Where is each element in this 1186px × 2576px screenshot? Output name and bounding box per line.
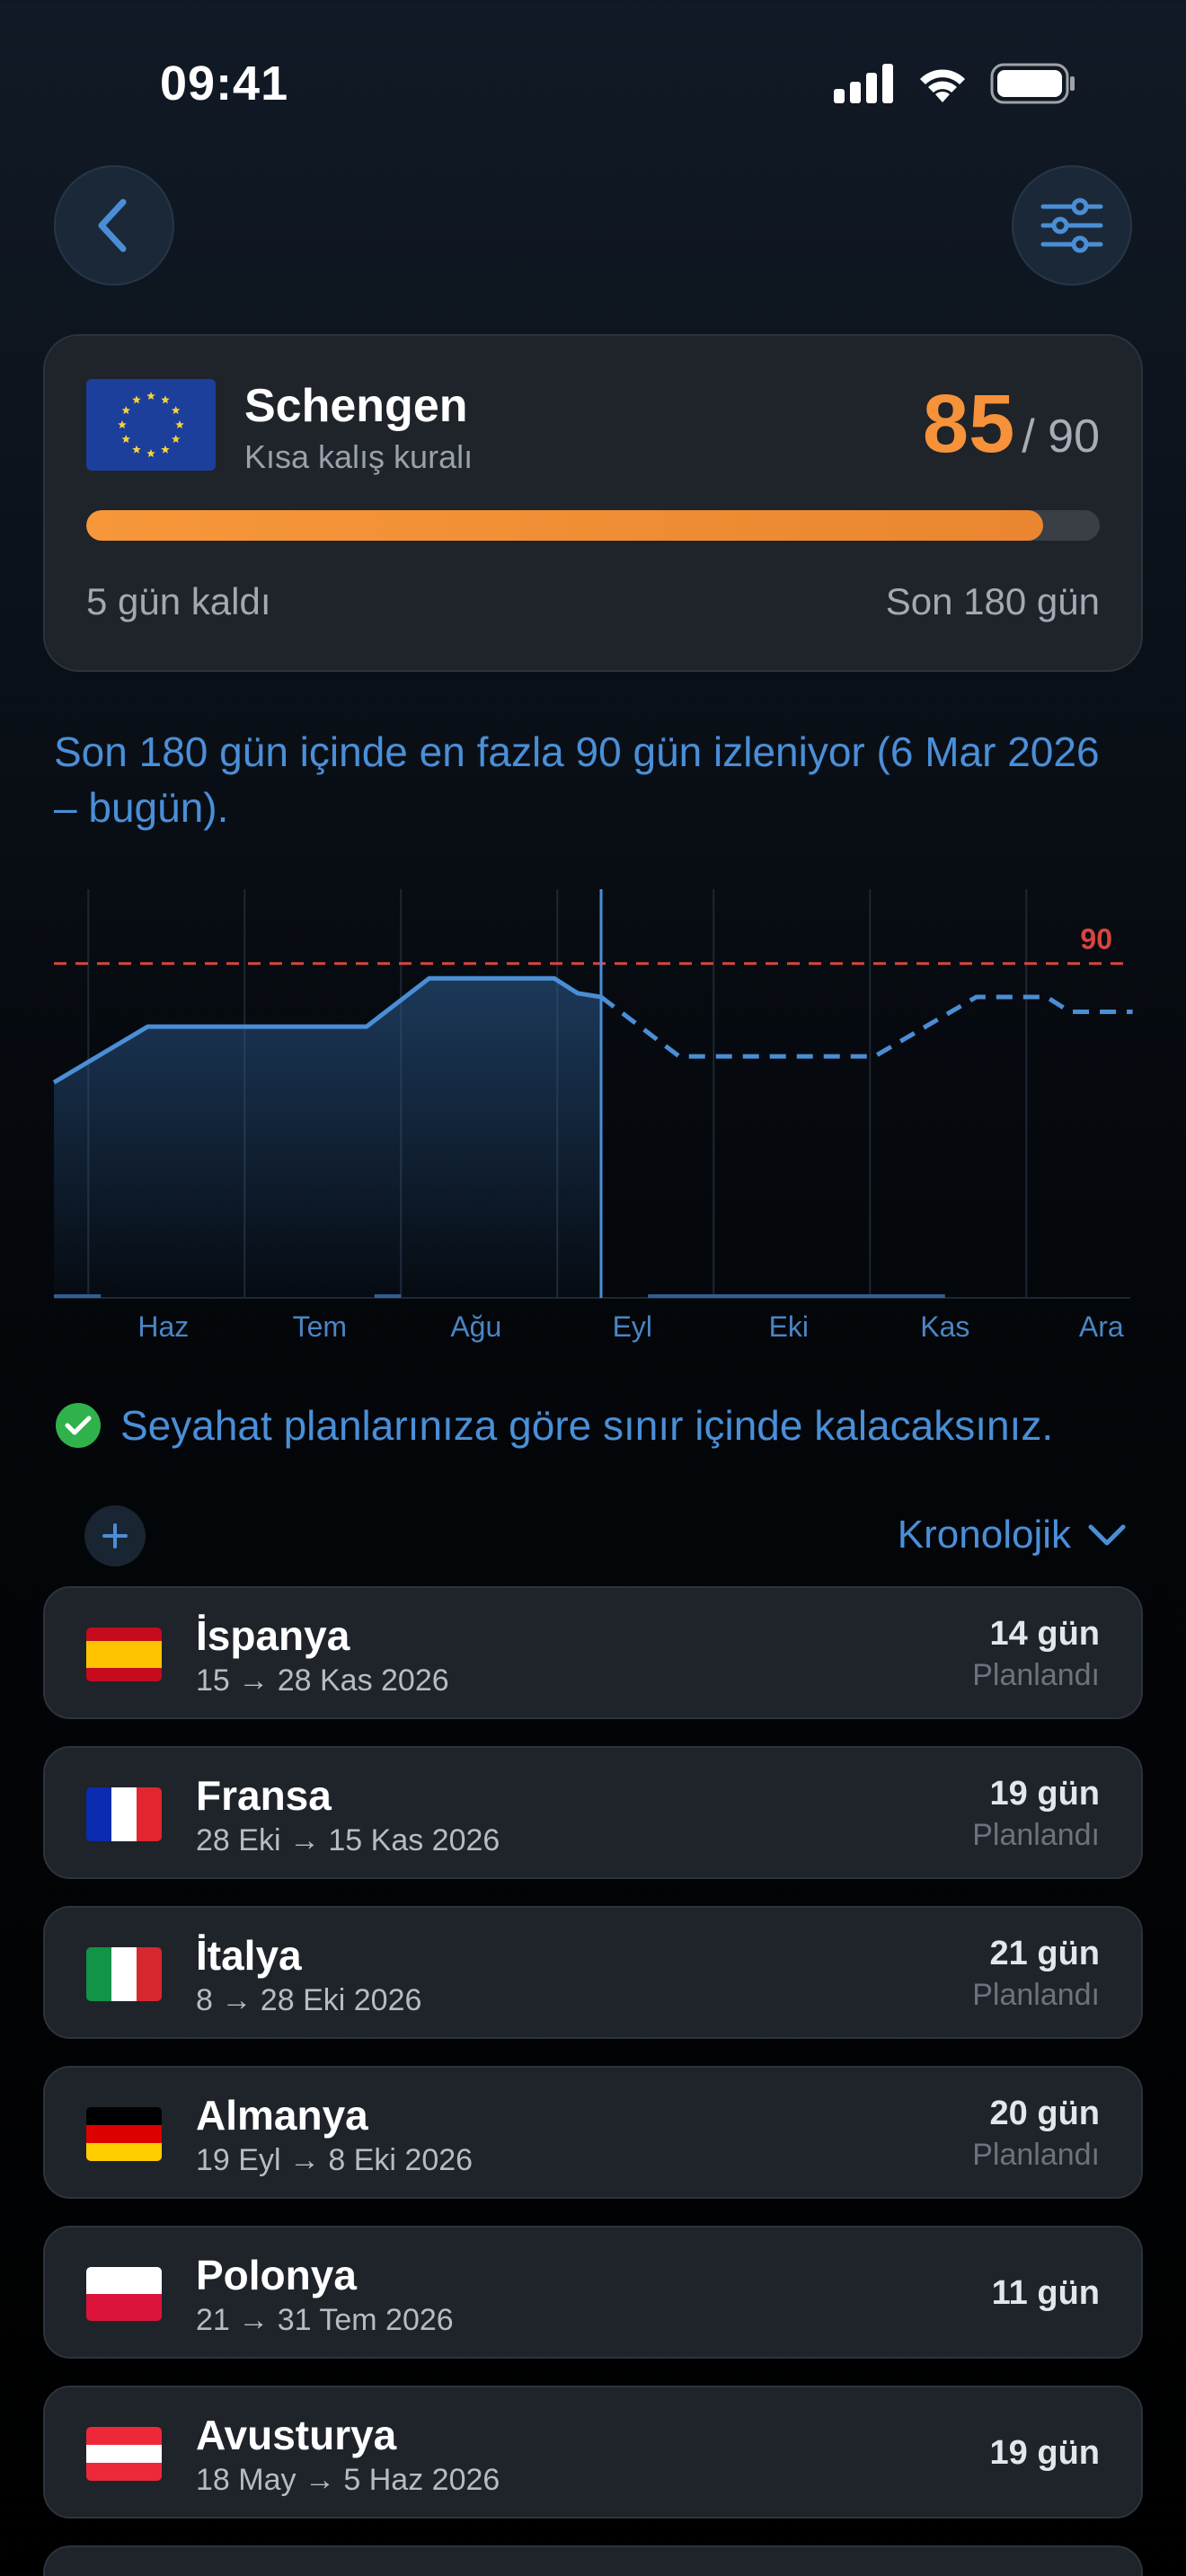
days-progress-bar	[86, 510, 1100, 541]
italy-flag-icon	[86, 1947, 162, 2001]
trip-country: İtalya	[196, 1932, 302, 1979]
trip-country: Fransa	[196, 1772, 332, 1819]
trip-days: 19 gün	[989, 1775, 1100, 1813]
month-tick-label: Eyl	[613, 1310, 652, 1343]
trip-status: Planlandı	[972, 1818, 1100, 1852]
forecast-text: Seyahat planlarınıza göre sınır içinde k…	[120, 1402, 1054, 1449]
trip-days: 11 gün	[991, 2274, 1100, 2312]
eu-star	[146, 392, 155, 401]
trip-row[interactable]	[43, 2545, 1143, 2576]
days-used: 85	[922, 378, 1015, 470]
back-button[interactable]	[54, 165, 174, 286]
trip-row[interactable]: Almanya 19 Eyl → 8 Eki 2026 20 gün Planland…	[43, 2066, 1143, 2199]
days-remaining: 5 gün kaldı	[86, 580, 271, 622]
eu-star	[161, 445, 170, 454]
days-limit: / 90	[1022, 410, 1100, 463]
sort-label: Kronolojik	[897, 1513, 1071, 1557]
trip-country: İspanya	[196, 1612, 350, 1659]
trip-list: İspanya 15 → 28 Kas 2026 14 gün Planlandı Fr…	[43, 1586, 1143, 2576]
month-tick-label: Tem	[293, 1310, 347, 1343]
days-used-counter: 85 / 90	[923, 377, 1100, 472]
limit-label: 90	[1080, 923, 1112, 956]
add-trip-button[interactable]	[84, 1505, 146, 1566]
eu-star	[121, 435, 131, 444]
sliders-icon	[1040, 198, 1103, 253]
trip-country: Polonya	[196, 2252, 357, 2298]
trip-row[interactable]: İspanya 15 → 28 Kas 2026 14 gün Planlandı	[43, 1586, 1143, 1719]
zone-subtitle: Kısa kalış kuralı	[244, 438, 474, 475]
trip-row[interactable]: Fransa 28 Eki → 15 Kas 2026 19 gün Planland…	[43, 1746, 1143, 1879]
cellular-signal-icon	[834, 64, 893, 103]
eu-star	[121, 406, 131, 415]
trip-dates: 18 May → 5 Haz 2026	[196, 2463, 500, 2497]
trip-country: Avusturya	[196, 2412, 397, 2458]
trip-days: 19 gün	[989, 2434, 1100, 2472]
forecast-status: Seyahat planlarınıza göre sınır içinde k…	[56, 1401, 1053, 1450]
trip-dates: 21 → 31 Tem 2026	[196, 2303, 454, 2337]
month-tick-label: Kas	[920, 1310, 969, 1343]
eu-star	[171, 406, 181, 415]
eu-flag-icon	[86, 379, 216, 471]
schengen-summary-card[interactable]: Schengen Kısa kalış kuralı 85 / 90 5 gün…	[43, 334, 1143, 672]
trip-days: 14 gün	[989, 1615, 1100, 1653]
chevron-left-icon	[98, 198, 127, 252]
status-icons	[834, 63, 1076, 104]
austria-flag-icon	[86, 2427, 162, 2481]
trip-dates: 28 Eki → 15 Kas 2026	[196, 1823, 500, 1857]
trip-status: Planlandı	[972, 1978, 1100, 2012]
poland-flag-icon	[86, 2267, 162, 2321]
trip-status: Planlandı	[972, 2138, 1100, 2172]
trip-status: Planlandı	[972, 1658, 1100, 1692]
eu-star	[161, 395, 170, 404]
filter-button[interactable]	[1012, 165, 1132, 286]
eu-star	[171, 435, 181, 444]
wifi-icon	[920, 69, 965, 102]
trip-country: Almanya	[196, 2092, 368, 2139]
trip-row[interactable]: İtalya 8 → 28 Eki 2026 21 gün Planlandı	[43, 1906, 1143, 2039]
eu-star	[118, 420, 127, 429]
forecast-line	[599, 994, 1133, 1059]
spain-flag-icon	[86, 1628, 162, 1681]
trip-dates: 8 → 28 Eki 2026	[196, 1983, 422, 2017]
france-flag-icon	[86, 1787, 162, 1841]
rolling-window: Son 180 gün	[885, 580, 1100, 622]
month-tick-label: Ağu	[450, 1310, 501, 1343]
eu-star	[132, 445, 141, 454]
eu-star	[175, 420, 184, 429]
trip-days: 21 gün	[989, 1935, 1100, 1972]
trip-days: 20 gün	[989, 2095, 1100, 2132]
trip-row[interactable]: Avusturya 18 May → 5 Haz 2026 19 gün	[43, 2386, 1143, 2519]
germany-flag-icon	[86, 2107, 162, 2161]
eu-star	[146, 449, 155, 458]
days-progress-fill	[86, 510, 1043, 541]
rule-explanation: Son 180 gün içinde en fazla 90 gün izlen…	[54, 728, 1100, 831]
sort-dropdown[interactable]: Kronolojik	[898, 1513, 1127, 1557]
chevron-down-icon	[1088, 1524, 1126, 1546]
trip-dates: 15 → 28 Kas 2026	[196, 1663, 449, 1698]
month-tick-label: Ara	[1079, 1310, 1124, 1343]
trip-row[interactable]: Polonya 21 → 31 Tem 2026 11 gün	[43, 2226, 1143, 2359]
month-tick-label: Haz	[137, 1310, 189, 1343]
days-chart[interactable]: 90 Haz Tem Ağu Eyl Eki Kas Ara	[0, 880, 1186, 1356]
trip-dates: 19 Eyl → 8 Eki 2026	[196, 2143, 474, 2177]
month-tick-label: Eki	[769, 1310, 809, 1343]
battery-icon	[990, 63, 1075, 104]
status-time: 09:41	[160, 57, 289, 110]
check-circle-icon	[56, 1403, 101, 1448]
eu-star	[132, 395, 141, 404]
zone-title: Schengen	[244, 380, 468, 432]
plus-icon	[102, 1523, 128, 1548]
